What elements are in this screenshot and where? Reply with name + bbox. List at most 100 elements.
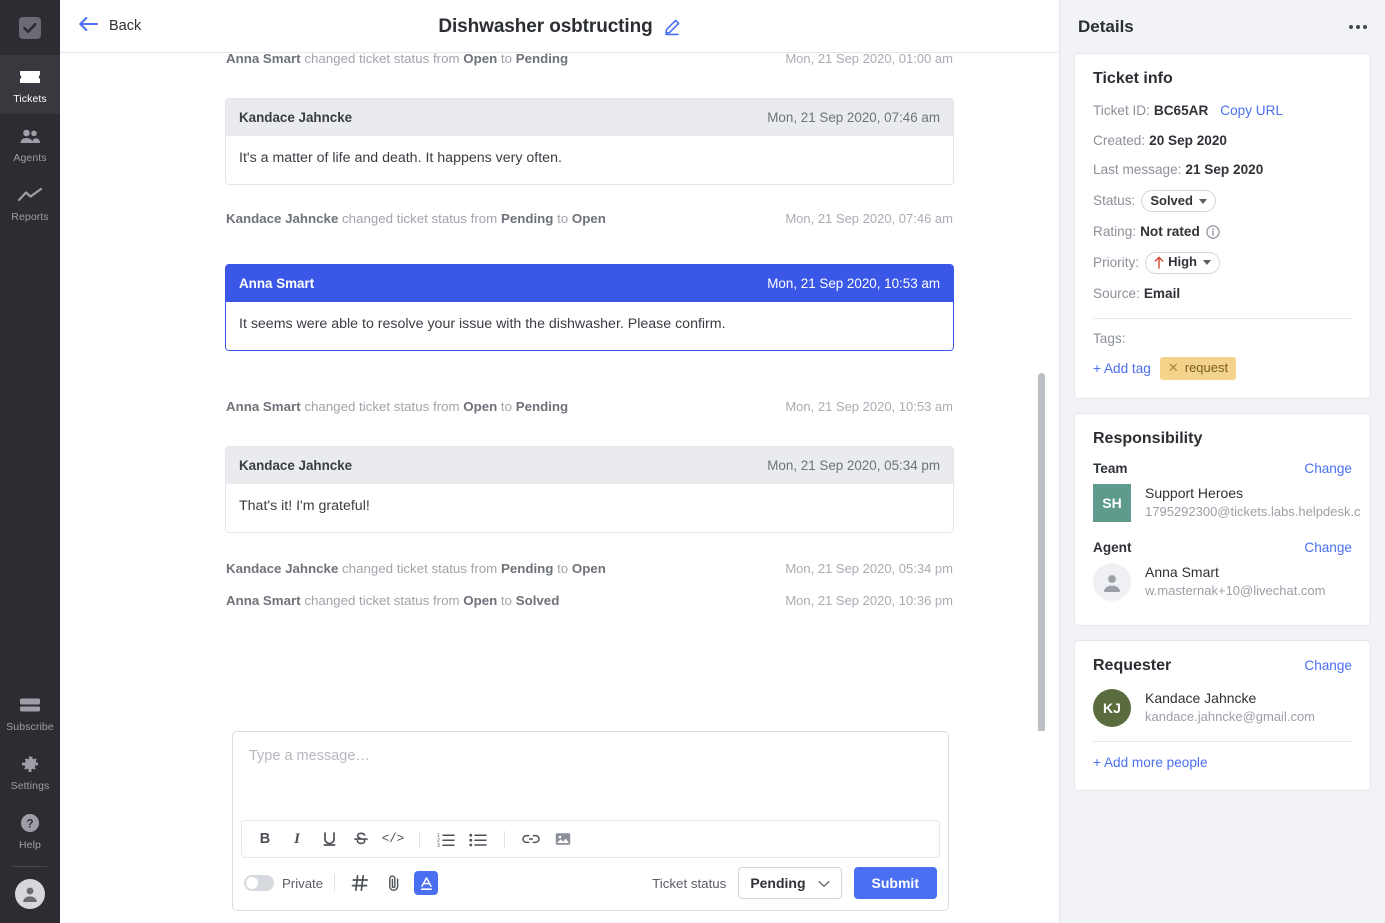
source-row: Source: Email xyxy=(1093,284,1352,304)
sidebar-item-agents[interactable]: Agents xyxy=(0,114,60,173)
log-timestamp: Mon, 21 Sep 2020, 10:53 am xyxy=(785,399,953,414)
thread-scrollbar[interactable] xyxy=(1038,53,1045,731)
avatar[interactable] xyxy=(15,879,45,909)
italic-icon[interactable]: I xyxy=(282,826,312,852)
status-change-log: Anna Smart changed ticket status from Op… xyxy=(225,393,954,420)
formatting-toolbar: B I </> 1 2 3 xyxy=(241,820,940,858)
message-thread[interactable]: Anna Smart changed ticket status from Op… xyxy=(60,53,1059,731)
back-label: Back xyxy=(109,18,142,34)
sidebar-item-tickets[interactable]: Tickets xyxy=(0,55,60,114)
user-avatar-icon xyxy=(1104,574,1120,592)
rating-row: Rating: Not rated xyxy=(1093,222,1352,242)
composer-bottom-bar: Private Ticket status Pending Submit xyxy=(233,858,948,910)
submit-button[interactable]: Submit xyxy=(853,867,937,899)
ticket-status-label: Ticket status xyxy=(652,875,727,891)
paperclip-icon[interactable] xyxy=(380,870,408,896)
arrow-up-icon xyxy=(1154,256,1164,270)
underline-icon[interactable] xyxy=(314,826,344,852)
requester-card: Requester Change KJ Kandace Jahncke kand… xyxy=(1074,639,1371,791)
agent-label: Agent xyxy=(1093,539,1132,555)
status-dropdown[interactable]: Solved xyxy=(1141,190,1216,213)
priority-value: High xyxy=(1168,254,1197,270)
message-author: Kandace Jahncke xyxy=(239,458,353,473)
team-avatar: SH xyxy=(1093,483,1131,522)
close-x-icon[interactable]: ✕ xyxy=(1168,360,1179,376)
image-icon[interactable] xyxy=(548,826,578,852)
requester-title: Requester xyxy=(1093,656,1172,674)
divider xyxy=(1093,740,1352,742)
tags-row: + Add tag ✕ request xyxy=(1093,356,1352,380)
requester-change-link[interactable]: Change xyxy=(1304,658,1352,673)
log-text: Anna Smart changed ticket status from Op… xyxy=(226,399,569,414)
requester-name: Kandace Jahncke xyxy=(1145,690,1257,707)
agent-entity: Anna Smart w.masternak+10@livechat.com xyxy=(1093,562,1352,601)
message-input[interactable] xyxy=(233,732,948,810)
question-circle-icon: ? xyxy=(20,812,40,834)
toolbar-divider xyxy=(419,830,420,848)
pencil-edit-icon[interactable] xyxy=(663,18,681,36)
message-bubble[interactable]: Kandace Jahncke Mon, 21 Sep 2020, 07:46 … xyxy=(225,98,954,185)
message-header: Kandace Jahncke Mon, 21 Sep 2020, 07:46 … xyxy=(226,99,953,136)
details-header: Details xyxy=(1060,0,1385,53)
team-name: Support Heroes xyxy=(1145,485,1244,502)
ticket-status-value: Pending xyxy=(750,875,806,891)
strikethrough-icon[interactable] xyxy=(346,826,376,852)
ticket-info-card: Ticket info Ticket ID: BC65AR Copy URL C… xyxy=(1074,53,1371,399)
bold-icon[interactable]: B xyxy=(250,826,280,852)
sidebar-item-reports[interactable]: Reports xyxy=(0,173,60,232)
toggle-knob xyxy=(246,877,258,889)
hashtag-icon[interactable] xyxy=(346,870,374,896)
sidebar-item-settings[interactable]: Settings xyxy=(0,742,60,801)
sidebar-item-help[interactable]: ? Help xyxy=(0,801,60,860)
left-nav: Tickets Agents Reports Subscribe Setting… xyxy=(0,0,60,923)
app-logo[interactable] xyxy=(0,0,60,55)
message-timestamp: Mon, 21 Sep 2020, 05:34 pm xyxy=(767,458,940,473)
priority-dropdown[interactable]: High xyxy=(1145,251,1220,274)
ticket-title-area: Dishwasher osbtructing xyxy=(60,0,1059,53)
text-color-icon[interactable] xyxy=(414,871,439,895)
ordered-list-icon[interactable]: 1 2 3 xyxy=(431,826,461,852)
back-button[interactable]: Back xyxy=(60,0,159,52)
thread-entries: Anna Smart changed ticket status from Op… xyxy=(225,53,954,614)
status-change-log: Anna Smart changed ticket status from Op… xyxy=(225,587,954,614)
link-icon[interactable] xyxy=(516,826,546,852)
private-toggle[interactable] xyxy=(244,875,274,891)
log-timestamp: Mon, 21 Sep 2020, 01:00 am xyxy=(785,53,953,66)
message-body: That's it! I'm grateful! xyxy=(226,484,953,532)
checkbox-logo-icon xyxy=(19,16,41,39)
add-tag-button[interactable]: + Add tag xyxy=(1093,361,1151,376)
status-label: Status: xyxy=(1093,193,1136,209)
message-bubble[interactable]: Kandace Jahncke Mon, 21 Sep 2020, 05:34 … xyxy=(225,446,954,533)
ticket-status-select[interactable]: Pending xyxy=(738,867,842,899)
bullet-list-icon[interactable] xyxy=(463,826,493,852)
gear-icon xyxy=(20,753,40,775)
svg-text:?: ? xyxy=(26,818,33,830)
last-message-label: Last message: xyxy=(1093,162,1182,178)
created-row: Created: 20 Sep 2020 xyxy=(1093,131,1352,151)
rating-value: Not rated xyxy=(1140,224,1200,240)
team-info: Support Heroes 1795292300@tickets.labs.h… xyxy=(1145,484,1361,520)
more-options-icon[interactable] xyxy=(1339,19,1367,35)
created-value: 20 Sep 2020 xyxy=(1149,132,1227,148)
code-icon[interactable]: </> xyxy=(378,826,408,852)
message-bubble[interactable]: Anna Smart Mon, 21 Sep 2020, 10:53 am It… xyxy=(225,264,954,351)
team-change-link[interactable]: Change xyxy=(1304,461,1352,476)
team-email: 1795292300@tickets.labs.helpdesk.c xyxy=(1145,504,1361,520)
tag-chip[interactable]: ✕ request xyxy=(1159,356,1237,380)
chevron-down-icon xyxy=(1198,198,1207,204)
sidebar-item-subscribe[interactable]: Subscribe xyxy=(0,683,60,742)
info-circle-icon[interactable] xyxy=(1206,225,1220,239)
team-section-header: Team Change xyxy=(1093,461,1352,476)
scrollbar-thumb[interactable] xyxy=(1038,373,1045,731)
divider xyxy=(1093,317,1352,319)
agent-avatar xyxy=(1093,562,1131,601)
source-value: Email xyxy=(1143,285,1181,301)
agent-email: w.masternak+10@livechat.com xyxy=(1145,583,1326,599)
ticket-info-title: Ticket info xyxy=(1093,70,1173,87)
rating-label: Rating: xyxy=(1093,224,1137,240)
add-more-people-button[interactable]: + Add more people xyxy=(1093,755,1208,770)
agent-change-link[interactable]: Change xyxy=(1304,540,1352,555)
copy-url-link[interactable]: Copy URL xyxy=(1220,101,1283,121)
sidebar-label-settings: Settings xyxy=(10,780,50,792)
requester-info: Kandace Jahncke kandace.jahncke@gmail.co… xyxy=(1145,689,1315,725)
